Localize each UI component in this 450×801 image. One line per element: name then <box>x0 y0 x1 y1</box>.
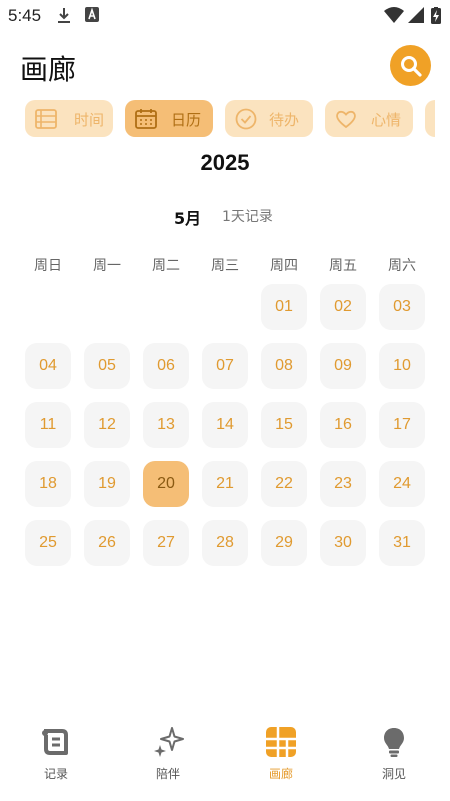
nav-label: 记录 <box>43 767 68 781</box>
weekday-sat: 周六 <box>388 258 416 274</box>
day-cell[interactable]: 01 <box>261 284 307 330</box>
lightbulb-icon <box>384 728 404 757</box>
day-cell[interactable]: 07 <box>202 343 248 389</box>
day-cell[interactable]: 15 <box>261 402 307 448</box>
gallery-grid-icon <box>266 727 296 757</box>
day-cell[interactable]: 24 <box>379 461 425 507</box>
day-cell[interactable]: 19 <box>84 461 130 507</box>
nav-companion[interactable]: 陪伴 <box>118 720 218 790</box>
tab-label: 日历 <box>171 111 202 129</box>
calendar-year: 2025 <box>200 150 250 175</box>
tab-label: 待办 <box>269 111 300 129</box>
wifi-icon <box>384 7 404 23</box>
nav-label: 陪伴 <box>155 767 180 781</box>
day-cell[interactable]: 27 <box>143 520 189 566</box>
tab-todo[interactable]: 待办 <box>225 100 313 137</box>
weekday-fri: 周五 <box>329 258 357 274</box>
nav-label: 洞见 <box>381 767 406 781</box>
nav-label: 画廊 <box>268 767 293 781</box>
day-cell[interactable]: 25 <box>25 520 71 566</box>
day-cell[interactable]: 08 <box>261 343 307 389</box>
tab-mood[interactable]: 心情 <box>325 100 413 137</box>
nav-gallery[interactable]: 画廊 <box>231 720 331 790</box>
day-cell[interactable]: 11 <box>25 402 71 448</box>
day-cell[interactable]: 26 <box>84 520 130 566</box>
weekday-wed: 周三 <box>211 258 239 274</box>
status-time: 5:45 <box>8 6 42 25</box>
record-count: 1天记录 <box>222 209 273 225</box>
weekday-tue: 周二 <box>152 258 180 274</box>
weekday-thu: 周四 <box>270 258 298 274</box>
tab-more[interactable] <box>425 100 435 137</box>
day-cell[interactable]: 02 <box>320 284 366 330</box>
day-cell[interactable]: 30 <box>320 520 366 566</box>
day-cell[interactable]: 06 <box>143 343 189 389</box>
day-cell[interactable]: 18 <box>25 461 71 507</box>
weekday-sun: 周日 <box>34 258 62 274</box>
day-cell-selected[interactable]: 20 <box>143 461 189 507</box>
heart-icon <box>336 110 356 129</box>
check-circle-icon <box>235 108 257 130</box>
day-cell[interactable]: 21 <box>202 461 248 507</box>
day-cell[interactable]: 28 <box>202 520 248 566</box>
day-cell[interactable]: 05 <box>84 343 130 389</box>
tab-calendar[interactable]: 日历 <box>125 100 213 137</box>
status-bar: 5:45 <box>0 0 450 32</box>
day-cell[interactable]: 29 <box>261 520 307 566</box>
bottom-nav: 记录 陪伴 画廊 洞见 <box>0 720 450 801</box>
signal-icon <box>408 7 424 23</box>
app-notification-icon <box>85 7 99 22</box>
filter-tabs: 时间 日历 待办 心情 <box>25 100 435 138</box>
day-cell[interactable]: 09 <box>320 343 366 389</box>
day-cell[interactable]: 10 <box>379 343 425 389</box>
tab-timeline[interactable]: 时间 <box>25 100 113 137</box>
day-cell[interactable]: 31 <box>379 520 425 566</box>
calendar-icon <box>135 109 157 129</box>
battery-charging-icon <box>431 7 441 24</box>
nav-records[interactable]: 记录 <box>6 720 106 790</box>
tab-label: 心情 <box>371 111 402 129</box>
day-cell[interactable]: 17 <box>379 402 425 448</box>
day-cell[interactable]: 23 <box>320 461 366 507</box>
download-icon <box>58 8 70 23</box>
timeline-icon <box>35 109 57 129</box>
search-icon <box>400 55 422 77</box>
search-button[interactable] <box>390 45 431 86</box>
day-cell[interactable]: 22 <box>261 461 307 507</box>
scroll-icon <box>42 729 68 755</box>
day-cell[interactable]: 16 <box>320 402 366 448</box>
page-title: 画廊 <box>20 53 77 86</box>
calendar-month[interactable]: 5月 <box>174 205 201 229</box>
day-cell[interactable]: 04 <box>25 343 71 389</box>
sparkle-icon <box>154 727 184 757</box>
day-cell[interactable]: 03 <box>379 284 425 330</box>
tab-label: 时间 <box>74 111 105 129</box>
day-cell[interactable]: 14 <box>202 402 248 448</box>
nav-insights[interactable]: 洞见 <box>344 720 444 790</box>
day-cell[interactable]: 12 <box>84 402 130 448</box>
weekday-mon: 周一 <box>93 258 121 274</box>
day-cell[interactable]: 13 <box>143 402 189 448</box>
